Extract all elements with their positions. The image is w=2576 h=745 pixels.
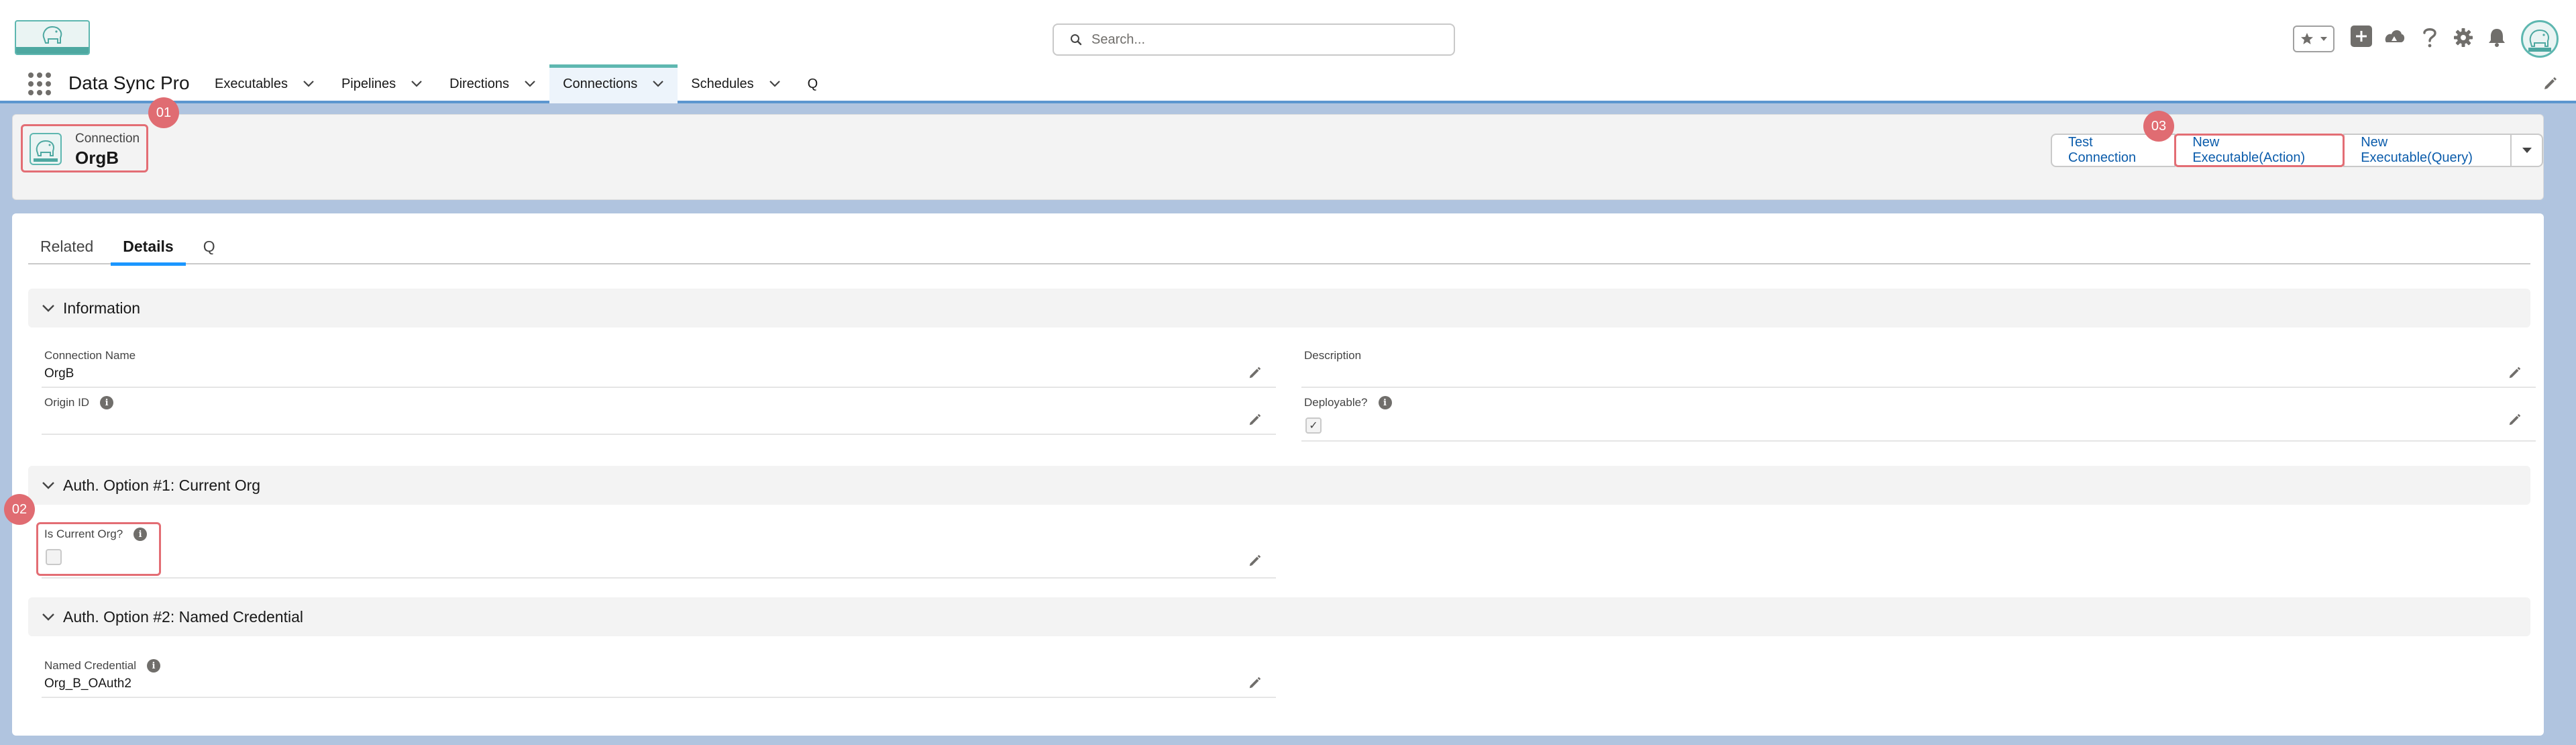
field-label-row: Deployable? i [1304, 396, 1392, 409]
section-information[interactable]: Information [28, 289, 2530, 328]
nav-item-label: Directions [449, 76, 510, 91]
nav-item-pipelines[interactable]: Pipelines [328, 64, 436, 103]
star-icon [2300, 33, 2313, 44]
record-tabs: Related Details Q [28, 228, 2530, 266]
chevron-down-icon[interactable] [769, 80, 781, 88]
app-launcher-icon[interactable] [28, 72, 51, 95]
record-title: OrgB [75, 148, 119, 168]
nav-item-q[interactable]: Q [794, 64, 832, 103]
field-label-row: Origin ID i [44, 396, 114, 409]
info-icon[interactable]: i [133, 528, 148, 541]
annotation-badge-01: 01 [148, 97, 179, 128]
app-name: Data Sync Pro [68, 72, 190, 93]
annotation-badge-03: 03 [2143, 111, 2174, 142]
global-header [0, 0, 2576, 64]
chevron-down-icon [2522, 148, 2532, 153]
nav-item-label: Executables [215, 76, 288, 91]
connection-record-icon [30, 133, 62, 165]
plus-icon [2356, 31, 2367, 42]
nav-item-label: Schedules [691, 76, 754, 91]
chevron-down-icon [42, 305, 54, 312]
gear-icon [2454, 28, 2473, 47]
user-avatar[interactable] [2521, 20, 2559, 58]
record-actions: Test Connection New Executable(Action) N… [2051, 134, 2543, 167]
record-header-highlight: Connection OrgB [21, 124, 148, 172]
field-deployable: Deployable? i ✓ [1288, 396, 2536, 448]
field-label: Connection Name [44, 349, 136, 362]
global-search[interactable] [1053, 23, 1455, 56]
nav-item-schedules[interactable]: Schedules [678, 64, 794, 103]
field-label: Deployable? [1304, 396, 1368, 409]
field-label: Origin ID [44, 396, 90, 409]
new-executable-query-button[interactable]: New Executable(Query) [2343, 134, 2512, 167]
favorites-button[interactable] [2293, 26, 2334, 52]
help-button[interactable] [2418, 26, 2442, 50]
chevron-down-icon[interactable] [652, 80, 664, 88]
record-detail-card: Related Details Q Information Connection… [4, 213, 2544, 736]
field-label: Description [1304, 349, 1362, 362]
notifications-button[interactable] [2485, 26, 2509, 50]
edit-nav-pencil-icon[interactable] [2542, 75, 2559, 91]
section-title: Auth. Option #2: Named Credential [63, 607, 303, 626]
nav-item-label: Q [807, 76, 818, 91]
pencil-icon[interactable] [2508, 365, 2522, 380]
field-value: OrgB [44, 366, 74, 381]
field-connection-name: Connection Name OrgB [28, 349, 1276, 396]
section-auth-option-2[interactable]: Auth. Option #2: Named Credential [28, 597, 2530, 636]
info-icon[interactable]: i [147, 659, 161, 673]
section-title: Auth. Option #1: Current Org [63, 476, 261, 494]
setup-button[interactable] [2451, 26, 2475, 50]
field-description: Description [1288, 349, 2536, 396]
is-current-org-checkbox [46, 549, 62, 565]
field-value: Org_B_OAuth2 [44, 677, 131, 691]
info-icon[interactable]: i [100, 396, 114, 409]
nav-item-label: Connections [563, 76, 638, 91]
chevron-down-icon [42, 613, 54, 621]
pencil-icon[interactable] [1248, 365, 1263, 380]
chevron-down-icon [42, 482, 54, 489]
record-type-label: Connection [75, 132, 140, 146]
new-executable-action-button[interactable]: New Executable(Action) [2174, 134, 2345, 167]
annotation-badge-02: 02 [4, 494, 35, 525]
section-title: Information [63, 299, 141, 317]
search-icon [1071, 34, 1082, 46]
pencil-icon[interactable] [2508, 412, 2522, 427]
field-label-row: Named Credential i [44, 659, 161, 673]
tab-related[interactable]: Related [28, 228, 105, 264]
nav-item-directions[interactable]: Directions [436, 64, 549, 103]
nav-item-connections[interactable]: Connections [549, 64, 678, 103]
tab-q[interactable]: Q [191, 228, 227, 264]
chevron-down-icon[interactable] [524, 80, 536, 88]
info-icon[interactable]: i [1378, 396, 1392, 409]
org-logo[interactable] [15, 20, 90, 55]
pencil-icon[interactable] [1248, 553, 1263, 568]
trailhead-button[interactable] [2382, 26, 2406, 50]
more-actions-button[interactable] [2510, 134, 2543, 167]
help-icon [2423, 28, 2436, 48]
field-label: Named Credential [44, 659, 137, 672]
nav-item-label: Pipelines [341, 76, 396, 91]
field-named-credential: Named Credential i Org_B_OAuth2 [28, 659, 1276, 706]
field-label: Is Current Org? [44, 528, 123, 540]
field-origin-id: Origin ID i [28, 396, 1276, 443]
search-input[interactable] [1091, 32, 1427, 48]
bell-icon [2489, 29, 2505, 47]
trailhead-icon [2385, 30, 2405, 42]
section-auth-option-1[interactable]: Auth. Option #1: Current Org [28, 466, 2530, 505]
chevron-down-icon [2320, 37, 2327, 41]
pencil-icon[interactable] [1248, 412, 1263, 427]
elephant-icon [42, 26, 62, 44]
record-highlights: Connection OrgB 01 Test Connection New E… [12, 97, 2544, 200]
field-label-row: Is Current Org? i [44, 528, 148, 541]
chevron-down-icon[interactable] [411, 80, 423, 88]
avatar-elephant-icon [2528, 29, 2551, 52]
nav-item-executables[interactable]: Executables [201, 64, 328, 103]
chevron-down-icon[interactable] [303, 80, 315, 88]
field-is-current-org: Is Current Org? i [28, 528, 1276, 581]
tab-details[interactable]: Details [111, 228, 186, 266]
deployable-checkbox: ✓ [1305, 417, 1322, 434]
global-actions-button[interactable] [2351, 26, 2372, 47]
app-nav-bar: Data Sync Pro Executables Pipelines Dire… [0, 64, 2576, 103]
pencil-icon[interactable] [1248, 675, 1263, 690]
